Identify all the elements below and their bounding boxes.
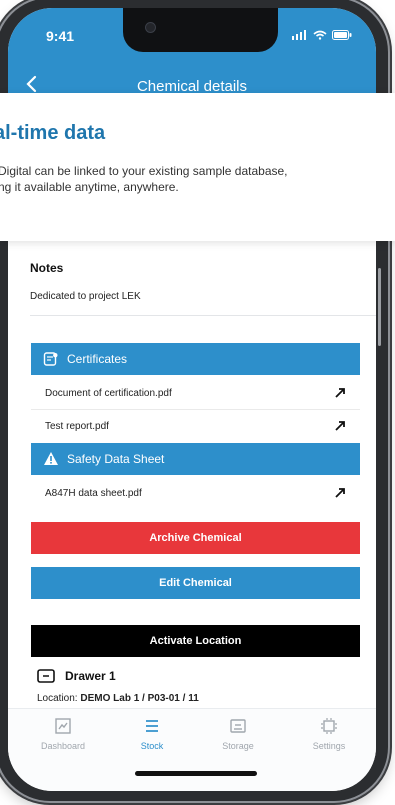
nav-stock[interactable]: Stock <box>112 717 192 763</box>
external-link-icon <box>335 388 345 398</box>
external-link-icon <box>335 421 345 431</box>
archive-chemical-button[interactable]: Archive Chemical <box>31 522 360 554</box>
location-title: Drawer 1 <box>37 669 116 683</box>
certificate-name: Test report.pdf <box>45 420 109 432</box>
banner-text: Digital can be linked to your existing s… <box>0 163 393 195</box>
power-button <box>378 268 381 346</box>
bottom-nav: Dashboard Stock Storage Settings <box>8 708 376 791</box>
notes-label: Notes <box>30 261 64 275</box>
app-header: 9:41 Chemical details <box>8 8 376 104</box>
status-time: 9:41 <box>46 28 75 44</box>
nav-dashboard[interactable]: Dashboard <box>23 717 103 763</box>
certificate-icon <box>43 352 58 366</box>
certificates-header: Certificates <box>31 343 360 375</box>
battery-icon <box>332 30 352 40</box>
location-prefix: Location: <box>37 693 78 704</box>
activate-location-button[interactable]: Activate Location <box>31 625 360 657</box>
certificate-row[interactable]: Test report.pdf <box>31 410 360 442</box>
safety-sheet-name: A847H data sheet.pdf <box>45 487 142 499</box>
nav-label-dashboard: Dashboard <box>40 741 86 751</box>
edit-chemical-button[interactable]: Edit Chemical <box>31 567 360 599</box>
notch <box>123 8 278 52</box>
location-name: Drawer 1 <box>65 669 116 683</box>
camera <box>145 22 156 33</box>
banner-text-line-2: ng it available anytime, anywhere. <box>0 180 179 194</box>
nav-settings[interactable]: Settings <box>289 717 369 763</box>
stock-icon <box>146 720 158 732</box>
banner-title: al-time data <box>0 122 106 144</box>
wifi-icon <box>313 30 327 40</box>
notes-divider <box>30 315 376 316</box>
signal-icon <box>292 30 306 40</box>
warning-icon <box>44 452 58 465</box>
home-indicator <box>135 771 257 776</box>
certificate-row[interactable]: Document of certification.pdf <box>31 377 360 409</box>
nav-label-storage: Storage <box>222 741 254 751</box>
storage-icon <box>230 719 246 733</box>
nav-label-stock: Stock <box>140 741 164 751</box>
external-link-icon <box>335 488 345 498</box>
banner-text-line-1: Digital can be linked to your existing s… <box>0 164 288 178</box>
settings-icon <box>321 718 337 734</box>
safety-data-sheet-label: Safety Data Sheet <box>67 452 165 466</box>
location-value: DEMO Lab 1 / P03-01 / 11 <box>80 693 199 704</box>
safety-data-sheet-header: Safety Data Sheet <box>31 443 360 475</box>
nav-storage[interactable]: Storage <box>198 717 278 763</box>
notes-text: Dedicated to project LEK <box>30 291 141 302</box>
dashboard-icon <box>55 718 71 734</box>
safety-sheet-row[interactable]: A847H data sheet.pdf <box>31 477 360 509</box>
certificate-name: Document of certification.pdf <box>45 387 172 399</box>
location-line: Location: DEMO Lab 1 / P03-01 / 11 <box>37 693 199 704</box>
status-icons <box>292 30 352 40</box>
drawer-icon <box>37 669 55 683</box>
realtime-data-banner: al-time data Digital can be linked to yo… <box>0 93 395 241</box>
certificates-label: Certificates <box>67 352 128 366</box>
nav-label-settings: Settings <box>312 741 346 751</box>
